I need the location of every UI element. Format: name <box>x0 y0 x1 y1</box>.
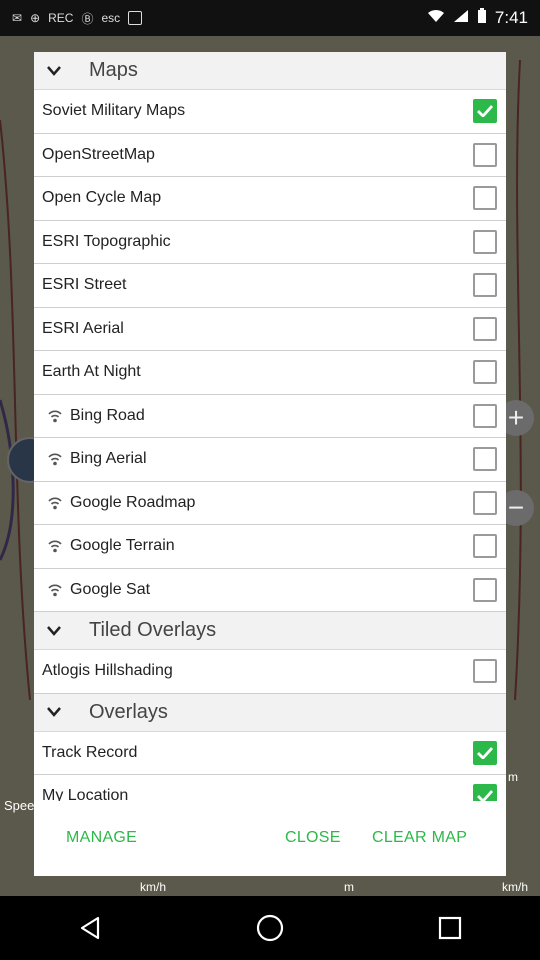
clear-map-button[interactable]: CLEAR MAP <box>372 829 467 847</box>
wifi-icon <box>42 409 68 423</box>
checkbox[interactable] <box>473 316 497 341</box>
item-label: ESRI Street <box>42 276 127 294</box>
close-button[interactable]: CLOSE <box>285 829 341 847</box>
checkbox[interactable] <box>473 229 497 254</box>
item-label: Open Cycle Map <box>42 189 162 207</box>
bg-label-speed: Spee <box>4 798 35 813</box>
item-label: Google Roadmap <box>70 493 196 511</box>
map-item-openstreetmap[interactable]: OpenStreetMap <box>34 134 506 177</box>
status-time: 7:41 <box>494 8 528 27</box>
map-item-esri-aerial[interactable]: ESRI Aerial <box>34 308 506 351</box>
wifi-icon <box>42 452 68 466</box>
checkbox[interactable] <box>473 186 497 211</box>
checkbox[interactable] <box>473 403 497 428</box>
chevron-down-icon <box>34 707 74 717</box>
status-bar: ✉ ⊕ REC Ⓑ esc 7:41 <box>0 0 540 36</box>
b-icon: Ⓑ <box>81 11 94 26</box>
checkbox-checked[interactable] <box>473 740 497 765</box>
chevron-down-icon <box>34 65 74 76</box>
esc-icon: esc <box>101 11 121 25</box>
dialog-footer: MANAGE CLOSE CLEAR MAP <box>34 801 506 876</box>
navigation-bar <box>0 896 540 960</box>
bg-label-unit-4: m <box>508 770 518 784</box>
layers-dialog: Maps Soviet Military Maps OpenStreetMap … <box>34 52 506 876</box>
chevron-down-icon <box>34 625 74 636</box>
manage-button[interactable]: MANAGE <box>66 829 137 847</box>
checkbox[interactable] <box>473 577 497 602</box>
back-icon <box>80 916 100 940</box>
section-title: Maps <box>89 59 138 81</box>
back-button[interactable] <box>60 898 120 958</box>
section-overlays[interactable]: Overlays <box>34 693 506 732</box>
section-tiled-overlays[interactable]: Tiled Overlays <box>34 612 506 650</box>
wifi-status-icon <box>427 9 445 27</box>
item-label: My Location <box>42 787 129 801</box>
item-label: Bing Road <box>70 406 145 424</box>
map-item-google-sat[interactable]: Google Sat <box>34 569 506 612</box>
checkbox-checked[interactable] <box>473 784 497 801</box>
item-label: ESRI Aerial <box>42 319 124 337</box>
recents-icon <box>438 916 462 940</box>
map-item-open-cycle[interactable]: Open Cycle Map <box>34 177 506 221</box>
checkbox[interactable] <box>473 360 497 385</box>
mail-icon: ✉ <box>12 11 23 25</box>
wifi-icon <box>42 539 68 553</box>
layers-list[interactable]: Maps Soviet Military Maps OpenStreetMap … <box>34 52 506 801</box>
signal-icon <box>453 9 469 27</box>
item-label: Bing Aerial <box>70 450 147 468</box>
section-maps[interactable]: Maps <box>34 52 506 90</box>
checkbox-checked[interactable] <box>473 99 497 124</box>
box-icon <box>128 11 143 25</box>
home-button[interactable] <box>240 898 300 958</box>
recents-button[interactable] <box>420 898 480 958</box>
item-label: Google Sat <box>70 580 151 598</box>
map-item-bing-road[interactable]: Bing Road <box>34 395 506 438</box>
item-label: ESRI Topographic <box>42 232 171 250</box>
home-icon <box>256 914 284 942</box>
map-item-google-roadmap[interactable]: Google Roadmap <box>34 482 506 525</box>
battery-icon <box>477 8 487 28</box>
checkbox[interactable] <box>473 273 497 298</box>
overlay-item-track-record[interactable]: Track Record <box>34 732 506 775</box>
bitcoin-icon: ⊕ <box>30 11 41 25</box>
item-label: OpenStreetMap <box>42 145 155 163</box>
overlay-item-my-location[interactable]: My Location <box>34 775 506 801</box>
checkbox[interactable] <box>473 490 497 515</box>
wifi-icon <box>42 496 68 510</box>
map-item-earth-at-night[interactable]: Earth At Night <box>34 351 506 395</box>
wifi-icon <box>42 583 68 597</box>
map-item-bing-aerial[interactable]: Bing Aerial <box>34 438 506 482</box>
rec-icon: REC <box>48 11 74 25</box>
item-label: Atlogis Hillshading <box>42 662 173 680</box>
bg-label-unit-3: km/h <box>502 880 529 894</box>
status-right: 7:41 <box>427 8 528 28</box>
checkbox[interactable] <box>473 534 497 559</box>
status-icons: ✉ ⊕ REC Ⓑ esc <box>12 10 143 27</box>
overlay-item-atlogis-hillshading[interactable]: Atlogis Hillshading <box>34 650 506 694</box>
item-label: Soviet Military Maps <box>42 102 186 120</box>
map-item-esri-street[interactable]: ESRI Street <box>34 264 506 308</box>
checkbox[interactable] <box>473 447 497 472</box>
bg-label-unit-2: m <box>344 880 354 894</box>
map-item-google-terrain[interactable]: Google Terrain <box>34 525 506 569</box>
item-label: Google Terrain <box>70 537 175 555</box>
item-label: Track Record <box>42 743 138 761</box>
section-title: Tiled Overlays <box>89 619 217 641</box>
checkbox[interactable] <box>473 142 497 167</box>
checkbox[interactable] <box>473 659 497 684</box>
section-title: Overlays <box>89 700 168 723</box>
bg-label-unit-1: km/h <box>140 880 167 894</box>
map-item-esri-topographic[interactable]: ESRI Topographic <box>34 221 506 264</box>
item-label: Earth At Night <box>42 363 141 381</box>
map-item-soviet-military[interactable]: Soviet Military Maps <box>34 90 506 134</box>
